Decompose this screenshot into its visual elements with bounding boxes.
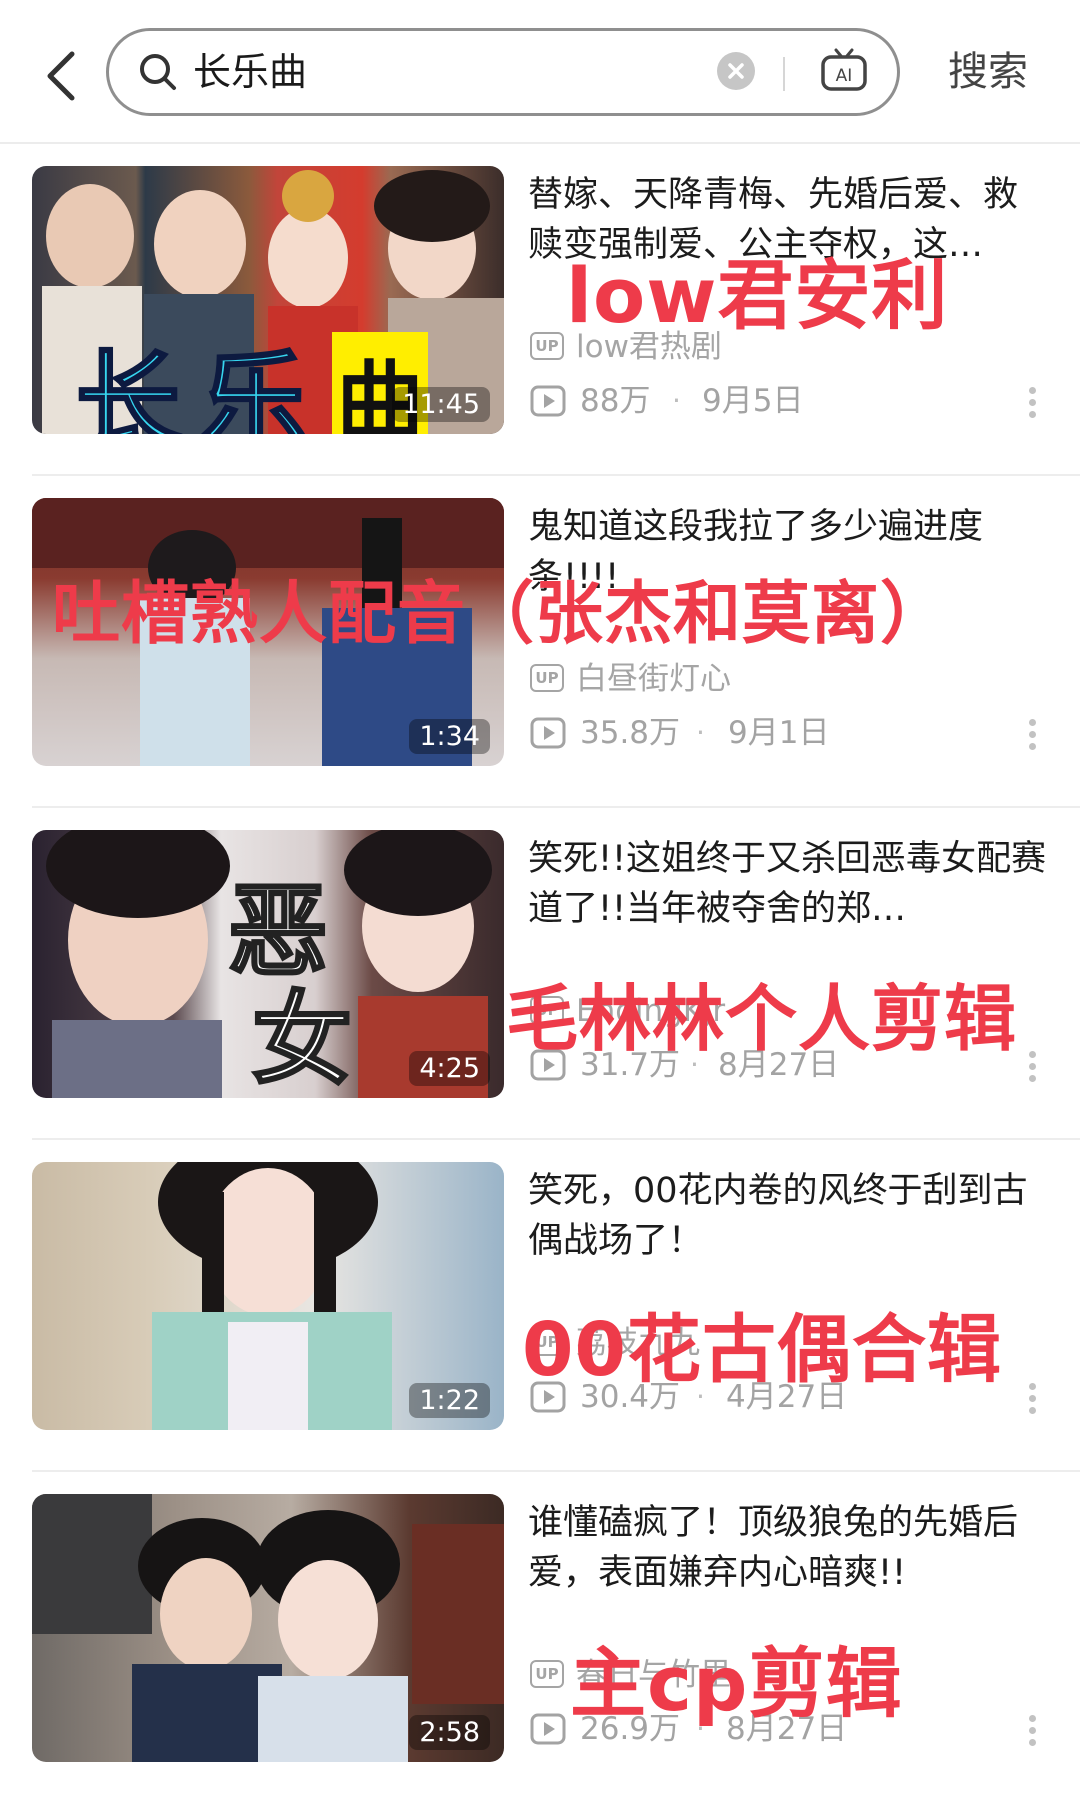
video-duration: 2:58 <box>409 1715 490 1750</box>
chevron-left-icon <box>47 51 75 101</box>
back-button[interactable] <box>38 40 94 110</box>
up-badge-icon: UP <box>530 332 564 360</box>
video-title[interactable]: 笑死!!这姐终于又杀回恶毒女配赛道了!!当年被夺舍的郑… <box>528 834 1048 934</box>
video-result-item[interactable]: 1:22 笑死，00花内卷的风终于刮到古偶战场了！ UP 荔枝九九 30.4万 … <box>0 1140 1080 1472</box>
overlay-caption: 00花古偶合辑 <box>522 1307 1002 1393</box>
thumbnail-title-char: 乐 <box>200 338 307 435</box>
more-options-button[interactable] <box>1024 1712 1040 1752</box>
video-title[interactable]: 谁懂磕疯了！顶级狼兔的先婚后爱，表面嫌弃内心暗爽!! <box>528 1498 1048 1598</box>
play-count-icon <box>530 385 566 417</box>
up-badge-icon: UP <box>530 1660 564 1688</box>
video-result-item[interactable]: 恶 女 4:25 笑死!!这姐终于又杀回恶毒女配赛道了!!当年被夺舍的郑… UP… <box>0 808 1080 1140</box>
publish-date: 9月1日 <box>728 715 830 751</box>
video-duration: 1:34 <box>409 719 490 754</box>
video-title[interactable]: 笑死，00花内卷的风终于刮到古偶战场了！ <box>528 1166 1048 1266</box>
overlay-caption: low君安利 <box>566 251 949 340</box>
play-count-icon <box>530 717 566 749</box>
more-vertical-icon <box>1028 1383 1036 1390</box>
video-thumbnail[interactable]: 恶 女 4:25 <box>32 830 504 1098</box>
more-options-button[interactable] <box>1024 384 1040 424</box>
more-vertical-icon <box>1028 719 1036 726</box>
meta-separator: · <box>672 384 681 417</box>
thumbnail-title-char: 女 <box>251 979 354 1099</box>
video-thumbnail[interactable]: 1:22 <box>32 1162 504 1430</box>
video-result-item[interactable]: 长 乐 曲 11:45 替嫁、天降青梅、先婚后爱、救赎变强制爱、公主夺权，这… … <box>0 144 1080 476</box>
search-input[interactable]: 长乐曲 <box>193 49 307 95</box>
publish-date: 9月5日 <box>702 383 804 419</box>
more-vertical-icon <box>1028 1051 1036 1058</box>
overlay-caption: 主cp剪辑 <box>570 1639 903 1728</box>
up-badge-icon: UP <box>530 664 564 692</box>
overlay-caption: 毛林林个人剪辑 <box>506 977 1018 1061</box>
more-vertical-icon <box>1028 387 1036 394</box>
clear-icon <box>728 63 744 79</box>
svg-text:AI: AI <box>836 66 853 86</box>
video-result-item[interactable]: 2:58 谁懂磕疯了！顶级狼兔的先婚后爱，表面嫌弃内心暗爽!! UP 春日与竹里… <box>0 1472 1080 1804</box>
view-count: 35.8万 <box>580 715 681 751</box>
more-options-button[interactable] <box>1024 716 1040 756</box>
uploader-name[interactable]: 白昼街灯心 <box>576 660 731 698</box>
more-vertical-icon <box>1028 1715 1036 1722</box>
play-count-icon <box>530 1713 566 1745</box>
more-options-button[interactable] <box>1024 1380 1040 1420</box>
video-duration: 4:25 <box>409 1051 490 1086</box>
search-submit-button[interactable]: 搜索 <box>948 48 1028 96</box>
search-separator <box>783 57 785 91</box>
video-duration: 1:22 <box>409 1383 490 1418</box>
view-count: 88万 <box>580 383 651 419</box>
search-icon <box>140 54 176 90</box>
video-thumbnail[interactable]: 2:58 <box>32 1494 504 1762</box>
search-box[interactable]: 长乐曲 AI <box>106 28 900 116</box>
meta-separator: · <box>696 716 705 749</box>
search-header: 长乐曲 AI 搜索 <box>0 0 1080 142</box>
video-thumbnail[interactable]: 长 乐 曲 11:45 <box>32 166 504 434</box>
video-result-item[interactable]: 1:34 鬼知道这段我拉了多少遍进度条!!!! UP 白昼街灯心 35.8万 ·… <box>0 476 1080 808</box>
thumbnail-title-char: 长 <box>74 338 181 435</box>
ai-tv-icon: AI <box>821 48 867 91</box>
clear-search-button[interactable] <box>717 52 755 90</box>
more-options-button[interactable] <box>1024 1048 1040 1088</box>
overlay-caption: 吐槽熟人配音（张杰和莫离） <box>52 575 950 654</box>
ai-search-button[interactable]: AI <box>819 45 869 95</box>
video-duration: 11:45 <box>392 387 490 422</box>
